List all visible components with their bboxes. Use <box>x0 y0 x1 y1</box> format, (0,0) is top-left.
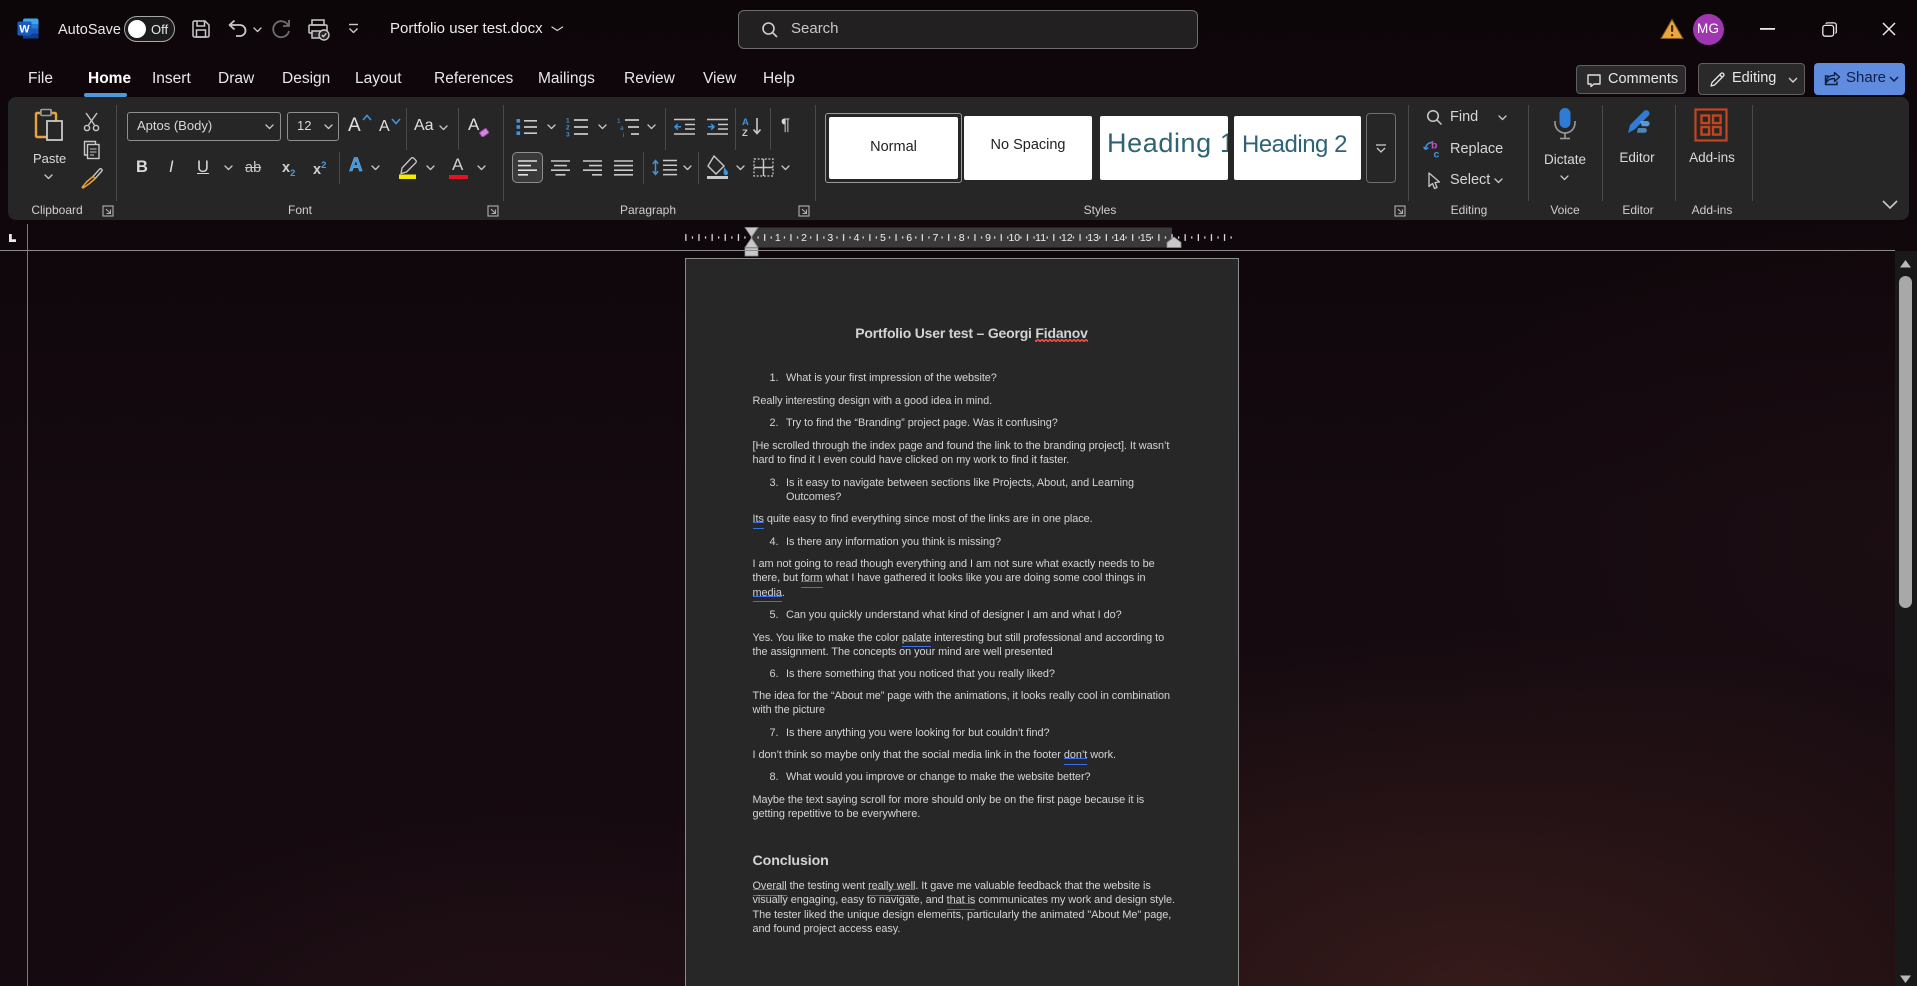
svg-text:15: 15 <box>1140 232 1152 244</box>
svg-text:1: 1 <box>775 232 781 244</box>
svg-text:W: W <box>19 24 30 36</box>
svg-text:i: i <box>623 132 624 137</box>
svg-text:12: 12 <box>1061 232 1073 244</box>
svg-text:2: 2 <box>801 232 807 244</box>
svg-text:2: 2 <box>566 125 570 132</box>
svg-text:c: c <box>1434 149 1440 160</box>
svg-text:11: 11 <box>1035 232 1046 244</box>
svg-text:3: 3 <box>566 132 570 138</box>
svg-text:14: 14 <box>1114 232 1126 244</box>
svg-text:5: 5 <box>880 232 886 244</box>
svg-text:4: 4 <box>854 232 860 244</box>
svg-text:8: 8 <box>959 232 965 244</box>
svg-text:Z: Z <box>742 128 748 137</box>
svg-text:13: 13 <box>1087 232 1099 244</box>
svg-text:9: 9 <box>985 232 991 244</box>
svg-text:7: 7 <box>933 232 939 244</box>
svg-text:3: 3 <box>827 232 833 244</box>
svg-text:10: 10 <box>1008 232 1020 244</box>
svg-text:A: A <box>742 117 749 128</box>
svg-text:a: a <box>620 125 624 132</box>
svg-text:6: 6 <box>906 232 912 244</box>
svg-text:1: 1 <box>617 118 621 125</box>
svg-text:1: 1 <box>566 118 570 125</box>
